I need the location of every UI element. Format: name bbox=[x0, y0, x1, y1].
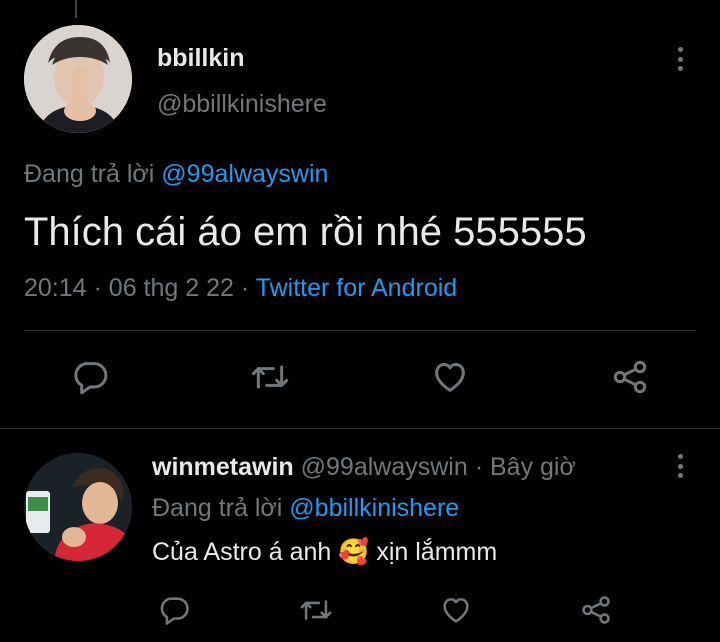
more-dots-icon[interactable] bbox=[670, 451, 690, 481]
replying-to-handle[interactable]: @99alwayswin bbox=[161, 160, 328, 188]
meta-separator: · bbox=[93, 274, 102, 302]
tweet-time[interactable]: 20:14 bbox=[24, 274, 87, 302]
tweet-date[interactable]: 06 thg 2 22 bbox=[109, 274, 234, 302]
heart-icon[interactable] bbox=[428, 355, 472, 399]
replying-to-line: Đang trả lời @99alwayswin bbox=[24, 160, 328, 189]
replying-to-handle[interactable]: @bbillkinishere bbox=[289, 494, 459, 522]
reply-icon[interactable] bbox=[152, 588, 196, 632]
reply-text: Của Astro á anh 🥰 xịn lắmmm bbox=[152, 538, 497, 567]
display-name[interactable]: bbillkin bbox=[157, 44, 245, 73]
more-dots-icon[interactable] bbox=[670, 44, 690, 74]
heart-icon[interactable] bbox=[434, 588, 478, 632]
user-handle[interactable]: @bbillkinishere bbox=[157, 90, 327, 119]
smiling-face-hearts-icon: 🥰 bbox=[338, 538, 370, 566]
replying-prefix: Đang trả lời bbox=[24, 160, 155, 188]
reply-icon[interactable] bbox=[68, 355, 112, 399]
share-icon[interactable] bbox=[608, 355, 652, 399]
reply-display-name[interactable]: winmetawin bbox=[152, 453, 294, 481]
reply-header: winmetawin @99alwayswin · Bây giờ bbox=[152, 453, 576, 482]
reply-handle[interactable]: @99alwayswin bbox=[301, 453, 468, 481]
retweet-icon[interactable] bbox=[248, 355, 292, 399]
thread-connector-line bbox=[75, 0, 77, 18]
meta-separator: · bbox=[240, 274, 250, 302]
avatar-bbillkin[interactable] bbox=[24, 25, 132, 133]
tweet-source[interactable]: Twitter for Android bbox=[256, 274, 457, 302]
reply-text-part: Của Astro á anh bbox=[152, 538, 332, 566]
tweet-meta: 20:14 · 06 thg 2 22 · Twitter for Androi… bbox=[24, 274, 457, 303]
tweet-text: Thích cái áo em rồi nhé 555555 bbox=[24, 210, 587, 254]
meta-separator: · bbox=[474, 453, 484, 481]
reply-text-part: xịn lắmmm bbox=[376, 538, 498, 566]
replying-prefix: Đang trả lời bbox=[152, 494, 283, 522]
reply-time[interactable]: Bây giờ bbox=[490, 453, 576, 481]
share-icon[interactable] bbox=[574, 588, 618, 632]
divider bbox=[24, 330, 696, 331]
divider bbox=[0, 428, 720, 429]
reply-replying-to-line: Đang trả lời @bbillkinishere bbox=[152, 494, 459, 523]
avatar-winmetawin[interactable] bbox=[24, 453, 132, 561]
retweet-icon[interactable] bbox=[294, 588, 338, 632]
